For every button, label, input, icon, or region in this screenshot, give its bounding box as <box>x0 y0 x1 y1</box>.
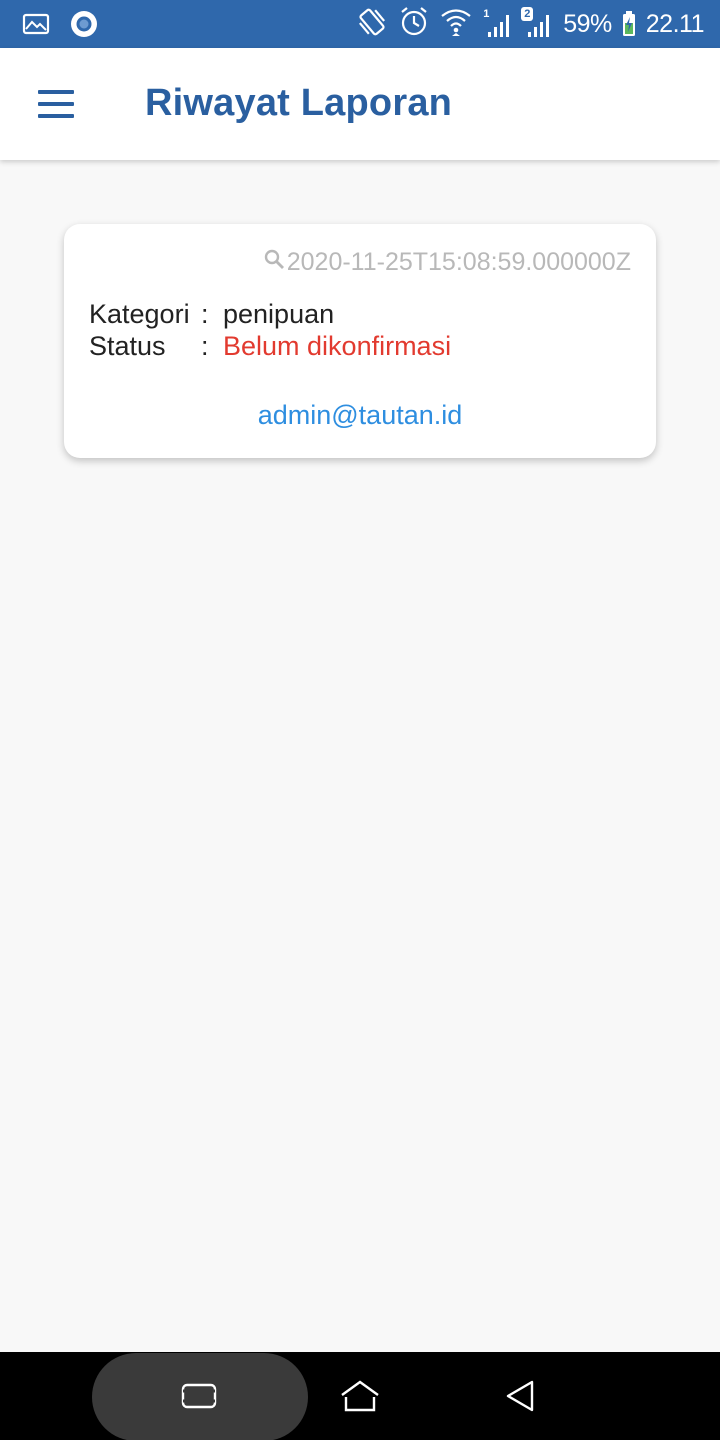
report-card[interactable]: 2020-11-25T15:08:59.000000Z Kategori : p… <box>64 224 656 458</box>
status-bar-left <box>22 10 98 43</box>
category-value: penipuan <box>223 299 335 329</box>
category-label: Kategori <box>89 299 190 329</box>
status-bar: 1 2 59% 22.11 <box>0 0 720 48</box>
navigation-bar <box>0 1352 720 1440</box>
menu-line <box>38 102 74 106</box>
alarm-icon <box>399 6 429 43</box>
gallery-icon <box>22 12 50 41</box>
search-icon <box>263 248 285 277</box>
vibrate-icon <box>355 6 389 43</box>
report-timestamp: 2020-11-25T15:08:59.000000Z <box>286 248 631 276</box>
menu-line <box>38 114 74 118</box>
category-separator: : <box>201 299 209 329</box>
report-timestamp-row: 2020-11-25T15:08:59.000000Z <box>263 248 631 277</box>
battery-percent: 59% <box>563 9 612 38</box>
home-icon[interactable] <box>332 1374 388 1418</box>
battery-icon <box>622 11 636 37</box>
record-icon <box>70 10 98 43</box>
page-title: Riwayat Laporan <box>145 82 453 124</box>
menu-line <box>38 90 74 94</box>
status-row: Status : Belum dikonfirmasi <box>89 330 451 362</box>
wifi-icon <box>439 6 473 43</box>
status-time: 22.11 <box>645 9 705 38</box>
status-label: Status <box>89 331 166 361</box>
recents-icon[interactable] <box>172 1374 228 1418</box>
status-value: Belum dikonfirmasi <box>223 331 452 361</box>
signal-icon: 2 <box>521 7 553 38</box>
reporter-email[interactable]: admin@tautan.id <box>64 400 656 431</box>
signal-icon: 1 <box>483 8 513 38</box>
status-separator: : <box>201 331 209 361</box>
app-bar: Riwayat Laporan <box>0 48 720 160</box>
screen: 1 2 59% 22.11 Riwayat Laporan 2020-11-25… <box>0 0 720 1440</box>
hamburger-menu-icon[interactable] <box>30 82 82 126</box>
report-info: Kategori : penipuan Status : Belum dikon… <box>89 298 451 362</box>
category-row: Kategori : penipuan <box>89 298 451 330</box>
back-icon[interactable] <box>492 1374 548 1418</box>
status-bar-right: 1 2 59% 22.11 <box>355 6 705 43</box>
